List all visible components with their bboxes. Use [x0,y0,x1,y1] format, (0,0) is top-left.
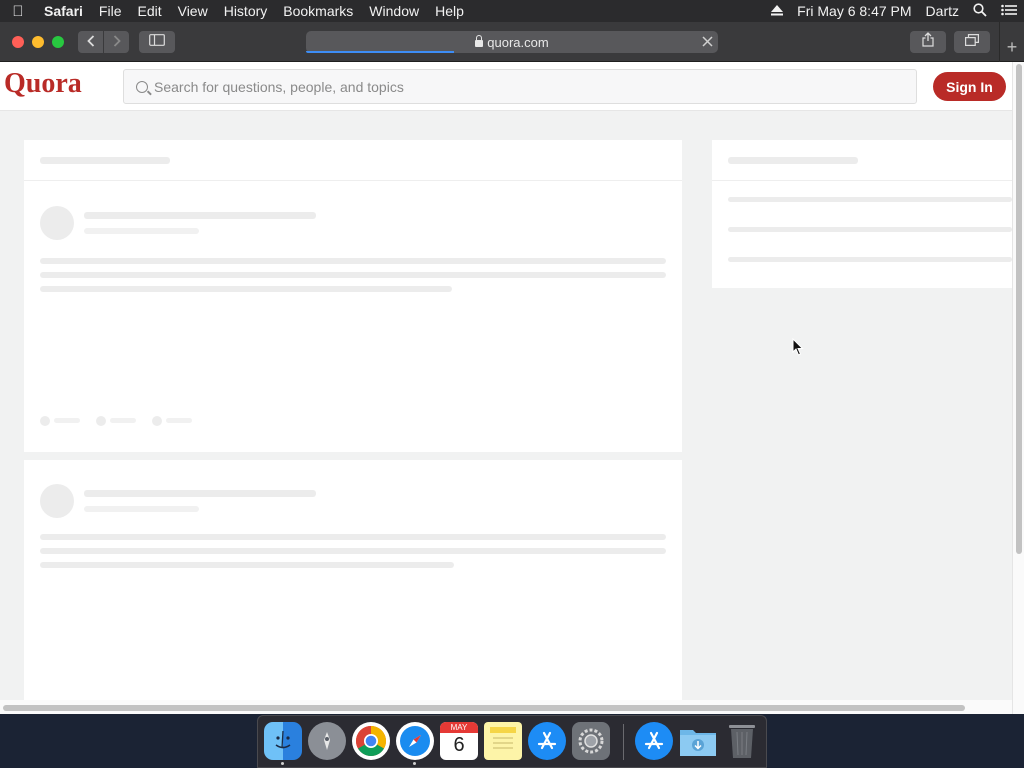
skeleton-line [728,157,858,164]
sidebar-icon [149,33,165,51]
control-center-icon[interactable] [994,3,1024,19]
skeleton-line [84,212,316,219]
downloads-folder-icon[interactable] [679,722,717,760]
menu-bookmarks[interactable]: Bookmarks [275,3,361,19]
notes-icon[interactable] [484,722,522,760]
chrome-icon[interactable] [352,722,390,760]
divider [24,180,682,181]
skeleton-line [40,286,452,292]
vertical-scroll-thumb[interactable] [1016,64,1022,554]
share-button[interactable] [910,31,946,53]
menu-bar:  Safari File Edit View History Bookmark… [0,0,1024,22]
running-indicator [281,762,284,765]
skeleton-line [728,197,1012,202]
system-preferences-icon[interactable] [572,722,610,760]
app-store-icon[interactable] [528,722,566,760]
close-window-button[interactable] [12,36,24,48]
skeleton-line [40,548,666,554]
stop-icon[interactable] [702,34,713,51]
tab-overview-button[interactable] [954,31,990,53]
address-bar[interactable]: quora.com [306,31,718,53]
forward-button[interactable] [104,31,129,53]
skeleton-line [84,228,199,234]
back-icon [86,34,95,50]
skeleton-line [84,490,316,497]
web-content: Quora Search for questions, people, and … [0,62,1024,714]
skeleton-action [40,416,50,426]
browser-toolbar: quora.com + [0,22,1024,62]
divider [712,180,1012,181]
trash-icon[interactable] [723,722,761,760]
skeleton-line [40,157,170,164]
back-button[interactable] [78,31,103,53]
skeleton-line [40,272,666,278]
zoom-window-button[interactable] [52,36,64,48]
horizontal-scrollbar[interactable] [0,700,1012,714]
quora-logo[interactable]: Quora [4,68,82,100]
lock-icon [475,34,484,47]
menu-help[interactable]: Help [427,3,472,19]
new-tab-button[interactable]: + [999,22,1024,62]
menu-history[interactable]: History [216,3,276,19]
vertical-scrollbar[interactable] [1012,62,1024,714]
skeleton-action [152,416,162,426]
skeleton-line [166,418,192,423]
calendar-month: MAY [440,722,478,733]
feed-card-skeleton [24,140,682,452]
running-indicator [413,762,416,765]
skeleton-line [84,506,199,512]
spotlight-icon[interactable] [966,2,994,20]
skeleton-line [40,534,666,540]
menu-app-safari[interactable]: Safari [36,3,91,19]
eject-icon[interactable] [764,3,790,19]
skeleton-avatar [40,206,74,240]
sidebar-card-skeleton [712,140,1012,288]
dock: MAY 6 [257,715,767,768]
sidebar-button[interactable] [139,31,175,53]
menu-clock[interactable]: Fri May 6 8:47 PM [790,3,918,19]
menu-user[interactable]: Dartz [919,3,966,19]
sign-in-button[interactable]: Sign In [933,72,1006,101]
menu-file[interactable]: File [91,3,130,19]
new-tab-icon: + [1006,37,1018,57]
skeleton-action [96,416,106,426]
finder-icon[interactable] [264,722,302,760]
menu-window[interactable]: Window [361,3,427,19]
feed-card-skeleton [24,460,682,714]
skeleton-line [40,562,454,568]
safari-icon[interactable] [396,722,434,760]
calendar-day: 6 [453,734,465,756]
skeleton-avatar [40,484,74,518]
horizontal-scroll-thumb[interactable] [3,705,965,711]
menu-edit[interactable]: Edit [129,3,169,19]
skeleton-line [40,258,666,264]
address-url: quora.com [487,34,549,50]
app-store-icon[interactable] [635,722,673,760]
minimize-window-button[interactable] [32,36,44,48]
skeleton-line [728,227,1012,232]
skeleton-line [54,418,80,423]
apple-icon[interactable]:  [0,3,36,20]
mouse-pointer-icon [792,337,804,361]
calendar-icon[interactable]: MAY 6 [440,722,478,760]
launchpad-icon[interactable] [308,722,346,760]
search-placeholder: Search for questions, people, and topics [154,78,404,95]
search-icon [136,80,148,93]
skeleton-line [728,257,1012,262]
skeleton-line [110,418,136,423]
menu-view[interactable]: View [170,3,216,19]
share-icon [922,32,934,52]
search-input[interactable]: Search for questions, people, and topics [123,69,917,104]
quora-header: Quora Search for questions, people, and … [0,62,1012,111]
forward-icon [113,34,121,50]
page-load-progress [306,51,455,53]
dock-separator [623,724,624,760]
tabs-icon [965,33,979,51]
